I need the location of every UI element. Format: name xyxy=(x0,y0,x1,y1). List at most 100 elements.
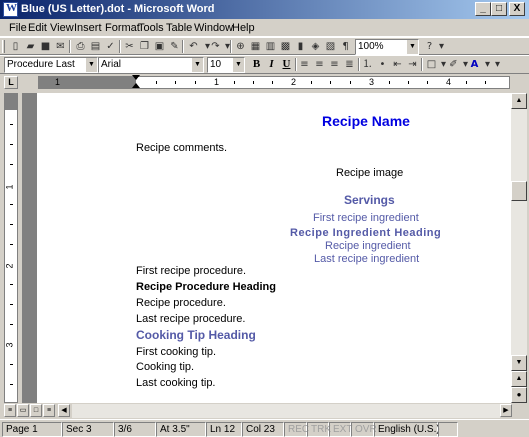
format-painter-icon[interactable]: ✎ xyxy=(167,40,182,53)
ruler-tick xyxy=(330,81,331,84)
last-procedure[interactable]: Last recipe procedure. xyxy=(136,313,245,325)
hanging-indent-marker[interactable] xyxy=(132,83,140,88)
chevron-down-icon[interactable]: ▼ xyxy=(85,58,97,72)
minimize-button[interactable]: _ xyxy=(475,2,491,16)
vertical-ruler[interactable]: 1 2 3 xyxy=(4,93,18,403)
procedure-heading[interactable]: Recipe Procedure Heading xyxy=(136,281,276,293)
scroll-down-button[interactable]: ▼ xyxy=(511,355,527,371)
scroll-thumb[interactable] xyxy=(511,181,527,201)
undo-icon[interactable]: ↶ xyxy=(186,40,201,53)
last-tip[interactable]: Last cooking tip. xyxy=(136,377,216,389)
insert-excel-icon[interactable]: ▩ xyxy=(278,40,293,53)
word-app-icon[interactable] xyxy=(3,2,18,17)
recipe-image-placeholder[interactable]: Recipe image xyxy=(336,167,403,179)
bold-button[interactable]: B xyxy=(249,58,264,71)
ingredient-item[interactable]: Recipe ingredient xyxy=(325,240,411,252)
copy-icon[interactable]: ❐ xyxy=(137,40,152,53)
horizontal-ruler[interactable]: 1 1 2 3 4 xyxy=(38,76,510,89)
align-left-icon[interactable]: ≡ xyxy=(297,58,312,71)
chevron-down-icon[interactable]: ▼ xyxy=(232,58,244,72)
italic-button[interactable]: I xyxy=(264,58,279,71)
menu-format[interactable]: Format xyxy=(105,22,140,34)
first-procedure[interactable]: First recipe procedure. xyxy=(136,265,246,277)
tab-selector[interactable]: L xyxy=(4,76,18,89)
paste-icon[interactable]: ▣ xyxy=(152,40,167,53)
style-select[interactable]: Procedure Last ▼ xyxy=(4,57,98,73)
toolbar-separator xyxy=(230,40,232,53)
columns-icon[interactable]: ▮ xyxy=(293,40,308,53)
toolbar-options-icon[interactable]: ▾ xyxy=(490,58,505,71)
print-preview-icon[interactable]: ▤ xyxy=(88,40,103,53)
scroll-left-button[interactable]: ◀ xyxy=(58,404,70,417)
web-layout-icon[interactable]: ▭ xyxy=(17,404,29,417)
menu-table[interactable]: Table xyxy=(166,22,192,34)
document-map-icon[interactable]: ▧ xyxy=(323,40,338,53)
menu-view[interactable]: View xyxy=(50,22,74,34)
select-browse-object-button[interactable]: ● xyxy=(511,387,527,403)
font-select[interactable]: Arial ▼ xyxy=(98,57,204,73)
menu-insert[interactable]: Insert xyxy=(74,22,102,34)
recipe-title[interactable]: Recipe Name xyxy=(322,113,410,129)
first-line-indent-marker[interactable] xyxy=(132,75,140,80)
status-ovr[interactable]: OVR xyxy=(351,422,377,437)
procedure-item[interactable]: Recipe procedure. xyxy=(136,297,226,309)
tip-item[interactable]: Cooking tip. xyxy=(136,361,194,373)
last-ingredient[interactable]: Last recipe ingredient xyxy=(314,253,419,265)
insert-table-icon[interactable]: ▥ xyxy=(263,40,278,53)
recipe-comments[interactable]: Recipe comments. xyxy=(136,142,227,154)
servings-heading[interactable]: Servings xyxy=(344,193,395,207)
status-ext[interactable]: EXT xyxy=(329,422,352,437)
email-icon[interactable]: ✉ xyxy=(53,40,68,53)
maximize-button[interactable]: □ xyxy=(491,2,507,16)
toolbar-grip[interactable] xyxy=(2,40,5,53)
ruler-tick xyxy=(10,304,13,305)
cut-icon[interactable]: ✂ xyxy=(122,40,137,53)
print-layout-icon[interactable]: □ xyxy=(30,404,42,417)
new-document-icon[interactable]: ▯ xyxy=(8,40,23,53)
underline-button[interactable]: U xyxy=(279,58,294,71)
vertical-scrollbar[interactable]: ▲ ▼ ▲ ● xyxy=(511,93,527,403)
spelling-icon[interactable]: ✓ xyxy=(103,40,118,53)
first-tip[interactable]: First cooking tip. xyxy=(136,346,216,358)
justify-icon[interactable]: ≣ xyxy=(342,58,357,71)
decrease-indent-icon[interactable]: ⇤ xyxy=(390,58,405,71)
horizontal-scroll-track[interactable] xyxy=(72,404,500,418)
save-icon[interactable]: ■ xyxy=(38,40,53,53)
font-size-select[interactable]: 10 ▼ xyxy=(207,57,245,73)
tables-borders-icon[interactable]: ▦ xyxy=(248,40,263,53)
scroll-right-button[interactable]: ▶ xyxy=(500,404,512,417)
chevron-down-icon[interactable]: ▼ xyxy=(406,40,418,54)
document-area[interactable]: Recipe Name Recipe comments. Recipe imag… xyxy=(22,93,511,403)
menu-window[interactable]: Window xyxy=(194,22,233,34)
menu-bar: File Edit View Insert Format Tools Table… xyxy=(0,19,529,37)
bullets-icon[interactable]: • xyxy=(375,58,390,71)
menu-help[interactable]: Help xyxy=(232,22,255,34)
chevron-down-icon[interactable]: ▼ xyxy=(191,58,203,72)
open-folder-icon[interactable]: ▰ xyxy=(23,40,38,53)
previous-page-button[interactable]: ▲ xyxy=(511,371,527,387)
zoom-select[interactable]: 100% ▼ xyxy=(355,39,419,55)
numbering-icon[interactable]: ⒈ xyxy=(360,58,375,71)
normal-view-icon[interactable]: ≡ xyxy=(4,404,16,417)
align-center-icon[interactable]: ≡ xyxy=(312,58,327,71)
document-page[interactable]: Recipe Name Recipe comments. Recipe imag… xyxy=(37,93,511,403)
outline-view-icon[interactable]: ≡ xyxy=(43,404,55,417)
hyperlink-icon[interactable]: ⊕ xyxy=(233,40,248,53)
drawing-icon[interactable]: ◈ xyxy=(308,40,323,53)
status-rec[interactable]: REC xyxy=(284,422,309,437)
menu-edit[interactable]: Edit xyxy=(28,22,47,34)
menu-tools[interactable]: Tools xyxy=(138,22,164,34)
increase-indent-icon[interactable]: ⇥ xyxy=(405,58,420,71)
spelling-status-icon[interactable] xyxy=(438,422,458,437)
toolbar-options-icon[interactable]: ▾ xyxy=(434,40,449,53)
align-right-icon[interactable]: ≡ xyxy=(327,58,342,71)
ingredient-heading[interactable]: Recipe Ingredient Heading xyxy=(290,227,441,239)
close-button[interactable]: X xyxy=(509,2,525,16)
menu-file[interactable]: File xyxy=(9,22,27,34)
tip-heading[interactable]: Cooking Tip Heading xyxy=(136,328,256,342)
show-hide-icon[interactable]: ¶ xyxy=(338,40,353,53)
scroll-up-button[interactable]: ▲ xyxy=(511,93,527,109)
status-trk[interactable]: TRK xyxy=(307,422,331,437)
print-icon[interactable]: ⎙ xyxy=(73,40,88,53)
first-ingredient[interactable]: First recipe ingredient xyxy=(313,212,419,224)
